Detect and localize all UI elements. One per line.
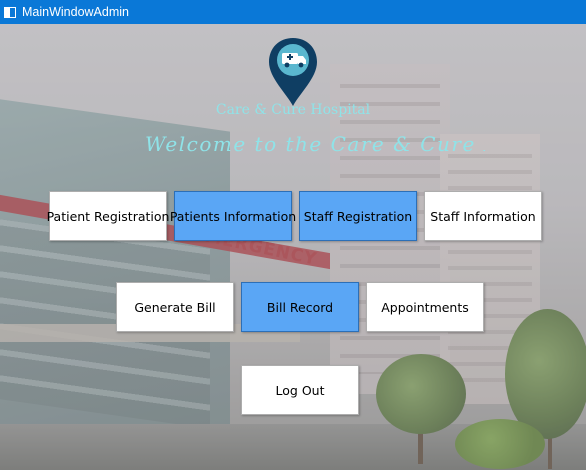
main-window: MainWindowAdmin EMERGENCY Care & Cure Ho xyxy=(0,0,586,470)
patient-registration-button[interactable]: Patient Registration xyxy=(47,191,169,241)
patients-information-button[interactable]: Patients Information xyxy=(170,191,296,241)
ambulance-pin-icon xyxy=(269,38,317,106)
window-title: MainWindowAdmin xyxy=(22,5,129,19)
staff-information-button[interactable]: Staff Information xyxy=(424,191,542,241)
appointments-button[interactable]: Appointments xyxy=(366,282,484,332)
bill-record-button[interactable]: Bill Record xyxy=(241,282,359,332)
generate-bill-button[interactable]: Generate Bill xyxy=(116,282,234,332)
log-out-button[interactable]: Log Out xyxy=(241,365,359,415)
title-bar: MainWindowAdmin xyxy=(0,0,586,24)
welcome-heading: Welcome to the Care & Cure Ho xyxy=(145,132,485,156)
window-app-icon xyxy=(4,6,16,18)
staff-registration-button[interactable]: Staff Registration xyxy=(299,191,417,241)
hospital-name: Care & Cure Hospital xyxy=(215,102,371,118)
